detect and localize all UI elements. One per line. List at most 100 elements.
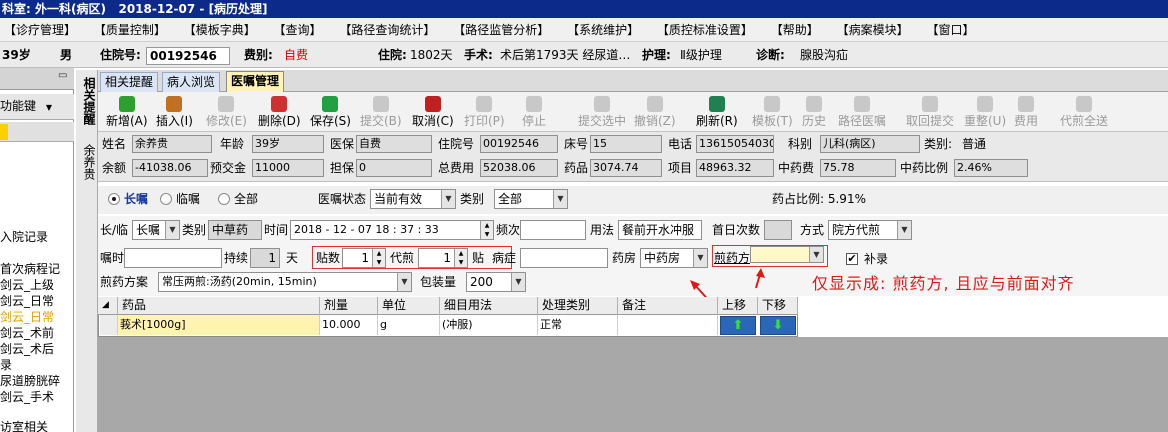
left-item[interactable]: 剑云_日常: [0, 294, 54, 308]
long-term-radio[interactable]: [108, 193, 120, 205]
cell-usage[interactable]: (冲服): [440, 315, 538, 335]
edit-button[interactable]: 修改(E): [206, 96, 247, 128]
menu-item[interactable]: 【质控标准设置】: [653, 18, 757, 42]
all-radio[interactable]: [218, 193, 230, 205]
fee-button[interactable]: 费用: [1014, 96, 1038, 128]
move-down-button[interactable]: ⬇: [760, 316, 796, 335]
temporary-radio[interactable]: [160, 193, 172, 205]
menu-item[interactable]: 【窗口】: [922, 18, 978, 42]
total-field[interactable]: 52038.06: [480, 159, 558, 177]
retrieve-submit-button[interactable]: 取回提交: [906, 96, 954, 128]
cell-drug[interactable]: 莪术[1000g]: [118, 315, 320, 335]
left-item[interactable]: 录: [0, 358, 12, 372]
deposit-field[interactable]: 11000: [252, 159, 324, 177]
order-status-select[interactable]: 当前有效 ▼: [370, 189, 456, 209]
spinner-icon[interactable]: ▲ ▼: [454, 249, 467, 267]
time-field[interactable]: 2018 - 12 - 07 18 : 37 : 33 ▲ ▼: [290, 220, 494, 240]
print-button[interactable]: 打印(P): [464, 96, 505, 128]
left-item[interactable]: 访室相关: [0, 420, 48, 432]
usage-input[interactable]: 餐前开水冲服: [618, 220, 702, 240]
cell-type[interactable]: 正常: [538, 315, 618, 335]
dept-field[interactable]: 儿科(病区): [820, 135, 920, 153]
function-key-button[interactable]: 功能键 ▼: [0, 94, 74, 120]
tab-orders[interactable]: 医嘱管理: [226, 71, 285, 93]
left-item[interactable]: 剑云_上级: [0, 278, 54, 292]
template-button[interactable]: 模板(T): [752, 96, 793, 128]
menu-item[interactable]: 【路径查询统计】: [335, 18, 439, 42]
col-drug[interactable]: 药品: [118, 297, 320, 315]
decoct-method-select[interactable]: ▼: [750, 246, 824, 263]
drug-field[interactable]: 3074.74: [590, 159, 662, 177]
frequency-input[interactable]: [520, 220, 586, 240]
disease-input[interactable]: [520, 248, 608, 268]
admission-no-field[interactable]: 00192546: [146, 46, 230, 65]
col-move-down[interactable]: 下移: [758, 297, 798, 315]
col-type[interactable]: 处理类别: [538, 297, 618, 315]
pin-icon[interactable]: ▭: [58, 70, 67, 81]
col-dose[interactable]: 剂量: [320, 297, 378, 315]
insert-button[interactable]: 插入(I): [156, 96, 193, 128]
vertical-tab-reminders[interactable]: 相关提醒: [78, 72, 96, 130]
col-move-up[interactable]: 上移: [718, 297, 758, 315]
item-field[interactable]: 48963.32: [696, 159, 774, 177]
left-item[interactable]: 入院记录: [0, 230, 48, 244]
submit-button[interactable]: 提交(B): [360, 96, 402, 128]
menu-item[interactable]: 【质量控制】: [90, 18, 170, 42]
menu-item[interactable]: 【模板字典】: [180, 18, 260, 42]
balance-field[interactable]: -41038.06: [132, 159, 208, 177]
name-field[interactable]: 余养贵: [132, 135, 212, 153]
menu-item[interactable]: 【系统维护】: [563, 18, 643, 42]
stop-button[interactable]: 停止: [522, 96, 546, 128]
spinner-icon[interactable]: ▲ ▼: [372, 249, 385, 267]
doses-input[interactable]: 1 ▲ ▼: [342, 248, 386, 268]
path-order-button[interactable]: 路径医嘱: [838, 96, 886, 128]
type-select[interactable]: 全部 ▼: [494, 189, 568, 209]
duration-input[interactable]: 1: [250, 248, 280, 268]
decoct-input[interactable]: 1 ▲ ▼: [418, 248, 468, 268]
cell-unit[interactable]: g: [378, 315, 440, 335]
tab-patient-browse[interactable]: 病人浏览: [162, 72, 221, 92]
spinner-icon[interactable]: ▲ ▼: [480, 221, 493, 239]
move-up-button[interactable]: ⬆: [720, 316, 756, 335]
history-button[interactable]: 历史: [802, 96, 826, 128]
cell-dose[interactable]: 10.000: [320, 315, 378, 335]
first-day-input[interactable]: [764, 220, 792, 240]
tab-reminders[interactable]: 相关提醒: [100, 72, 159, 92]
left-item[interactable]: 剑云_手术: [0, 390, 54, 404]
col-note[interactable]: 备注: [618, 297, 718, 315]
save-button[interactable]: 保存(S): [310, 96, 351, 128]
cell-note[interactable]: [618, 315, 718, 335]
new-button[interactable]: 新增(A): [106, 96, 148, 128]
submit-selected-button[interactable]: 提交选中: [578, 96, 626, 128]
cancel-button[interactable]: 取消(C): [412, 96, 454, 128]
supplement-checkbox[interactable]: ✔: [846, 253, 858, 265]
age-field[interactable]: 39岁: [252, 135, 324, 153]
menu-item[interactable]: 【路径监管分析】: [449, 18, 553, 42]
left-item[interactable]: 尿道膀胱碎: [0, 374, 60, 388]
left-item[interactable]: 首次病程记: [0, 262, 60, 276]
delete-button[interactable]: 删除(D): [258, 96, 301, 128]
refresh-button[interactable]: 刷新(R): [696, 96, 738, 128]
left-item[interactable]: 剑云_术后: [0, 342, 54, 356]
menu-item[interactable]: 【病案模块】: [833, 18, 913, 42]
entrust-input[interactable]: [124, 248, 222, 268]
undo-button[interactable]: 撤销(Z): [634, 96, 676, 128]
left-item[interactable]: 剑云_术前: [0, 326, 54, 340]
left-tab-marker[interactable]: [0, 124, 8, 140]
insurance-field[interactable]: 自费: [356, 135, 432, 153]
vertical-tab-patient[interactable]: 余养贵: [78, 138, 96, 186]
decoct-all-button[interactable]: 代煎全送: [1060, 96, 1108, 128]
class-field[interactable]: 中草药: [208, 220, 262, 240]
reorganize-button[interactable]: 重整(U): [964, 96, 1006, 128]
tcm-field[interactable]: 75.78: [820, 159, 896, 177]
guarantee-field[interactable]: 0: [356, 159, 432, 177]
tcm-ratio-field[interactable]: 2.46%: [954, 159, 1028, 177]
bed-field[interactable]: 15: [590, 135, 662, 153]
menu-item[interactable]: 【查询】: [270, 18, 326, 42]
admission-field[interactable]: 00192546: [480, 135, 558, 153]
recipe-select[interactable]: 常压两煎:汤药(20min, 15min) ▼: [158, 272, 412, 292]
col-unit[interactable]: 单位: [378, 297, 440, 315]
long-temp-select[interactable]: 长嘱 ▼: [132, 220, 180, 240]
package-select[interactable]: 200 ▼: [466, 272, 526, 292]
col-usage[interactable]: 细目用法: [440, 297, 538, 315]
